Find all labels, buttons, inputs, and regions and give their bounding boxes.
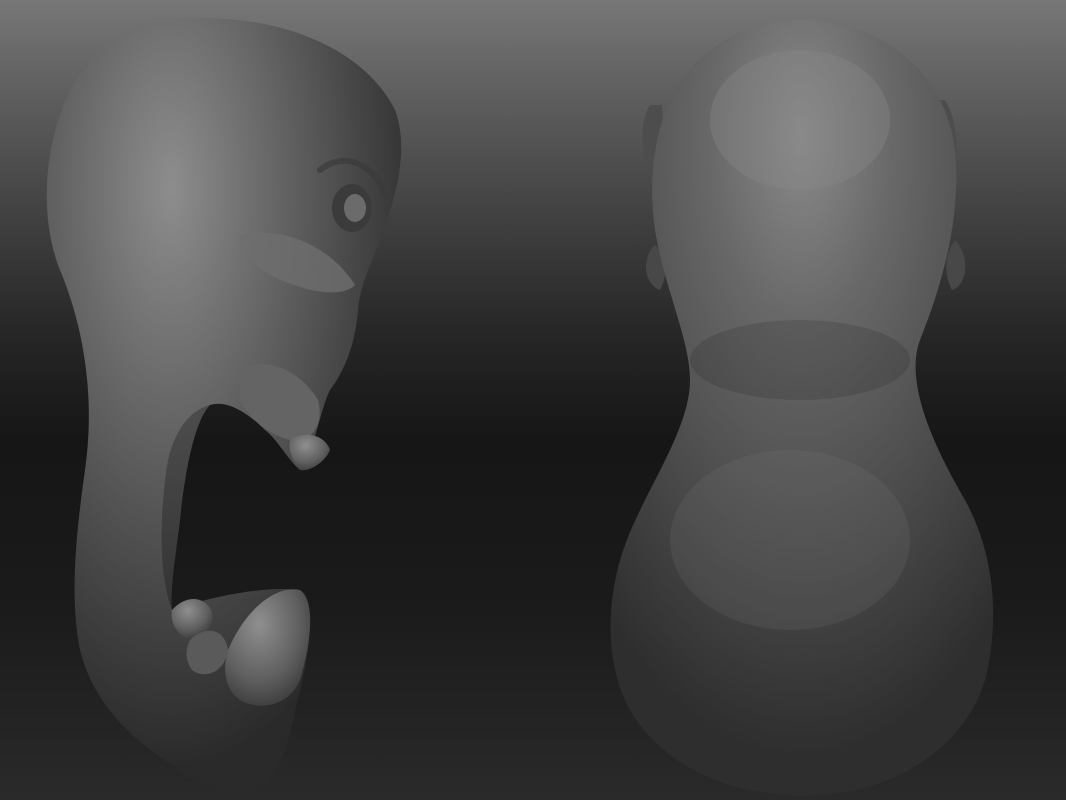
back-view-sculpt <box>610 20 994 796</box>
sculpt-viewport[interactable] <box>0 0 1066 800</box>
crown-highlight <box>710 50 890 190</box>
side-view-sculpt <box>46 18 402 792</box>
right-cheek-bump <box>946 240 966 290</box>
skull-side-silhouette <box>46 18 402 792</box>
eyeball <box>344 194 366 222</box>
neck-shadow <box>690 320 910 400</box>
sculpt-render <box>46 18 994 796</box>
lower-lobe-highlight <box>670 450 910 630</box>
